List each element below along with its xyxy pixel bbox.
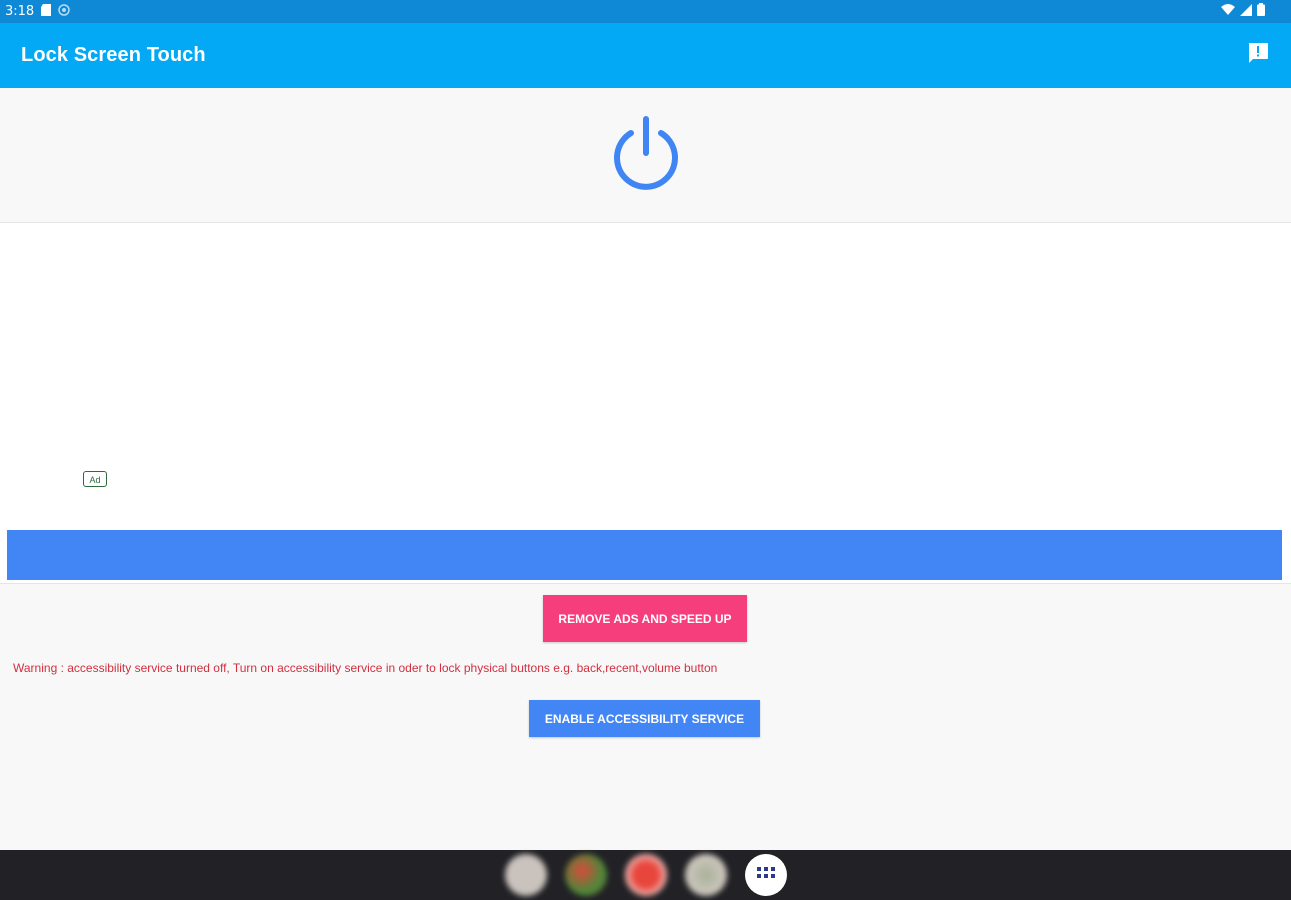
dock-app-1-icon[interactable] bbox=[504, 854, 547, 896]
accessibility-warning: Warning : accessibility service turned o… bbox=[13, 661, 718, 675]
lock-screen-button[interactable] bbox=[604, 113, 688, 197]
status-time: 3:18 bbox=[5, 4, 35, 19]
ad-cta-button[interactable] bbox=[7, 530, 1282, 580]
power-area bbox=[0, 88, 1291, 223]
enable-accessibility-button[interactable]: ENABLE ACCESSIBILITY SERVICE bbox=[529, 700, 760, 737]
ad-banner[interactable]: Ad bbox=[0, 223, 1291, 584]
signal-icon bbox=[1240, 3, 1252, 20]
feedback-button[interactable] bbox=[1245, 43, 1271, 69]
nav-bar bbox=[0, 850, 1291, 900]
sd-card-icon bbox=[41, 3, 52, 20]
feedback-icon bbox=[1246, 41, 1270, 70]
dock-app-2-icon[interactable] bbox=[564, 854, 607, 896]
dock-app-3-icon[interactable] bbox=[624, 854, 667, 896]
status-right bbox=[1221, 3, 1291, 20]
app-drawer-icon bbox=[756, 866, 776, 885]
location-icon bbox=[58, 3, 70, 20]
power-icon bbox=[604, 111, 688, 200]
status-left: 3:18 bbox=[0, 3, 70, 20]
battery-icon bbox=[1257, 3, 1265, 20]
remove-ads-button[interactable]: REMOVE ADS AND SPEED UP bbox=[543, 595, 747, 642]
app-bar: Lock Screen Touch bbox=[0, 23, 1291, 88]
ad-badge: Ad bbox=[83, 471, 107, 487]
dock-app-4-icon[interactable] bbox=[684, 854, 727, 896]
status-bar: 3:18 bbox=[0, 0, 1291, 23]
app-drawer-button[interactable] bbox=[744, 854, 787, 896]
app-title: Lock Screen Touch bbox=[21, 44, 206, 66]
wifi-icon bbox=[1221, 4, 1235, 19]
